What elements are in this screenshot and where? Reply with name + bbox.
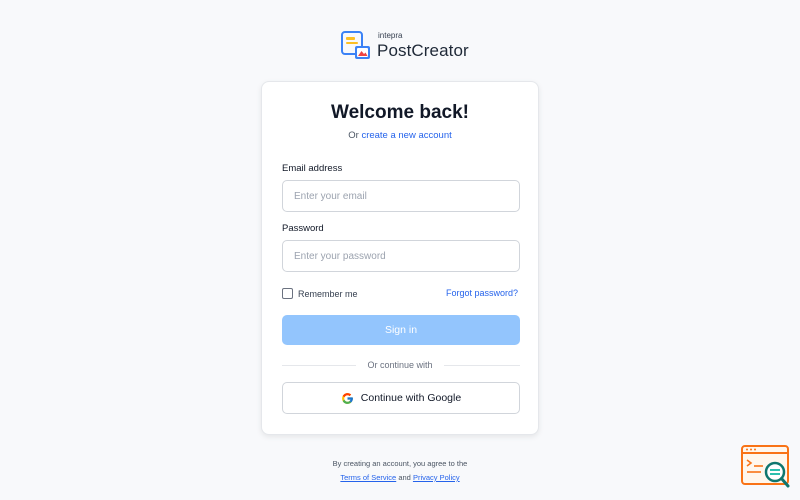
google-sign-in-label: Continue with Google <box>360 392 462 404</box>
email-label: Email address <box>282 163 343 174</box>
subtitle: Or create a new account <box>262 130 538 141</box>
brand-company-name: intepra <box>378 30 403 40</box>
legal-footer: By creating an account, you agree to the… <box>0 457 800 485</box>
legal-and-text: and <box>398 473 411 482</box>
subtitle-prefix: Or <box>348 130 359 141</box>
google-icon <box>341 392 353 404</box>
brand-app-name: PostCreator <box>377 40 469 60</box>
sign-in-button[interactable]: Sign in <box>282 315 520 345</box>
email-field[interactable] <box>282 180 520 212</box>
create-account-link[interactable]: create a new account <box>361 130 451 141</box>
remember-me[interactable]: Remember me <box>282 288 358 299</box>
divider-text-wrap: Or continue with <box>262 360 538 370</box>
terms-of-service-link[interactable]: Terms of Service <box>340 473 396 482</box>
password-label: Password <box>282 223 324 234</box>
page-title: Welcome back! <box>331 102 469 123</box>
google-sign-in-button[interactable]: Continue with Google <box>282 382 520 414</box>
privacy-policy-link[interactable]: Privacy Policy <box>413 473 460 482</box>
divider-text: Or continue with <box>356 360 444 370</box>
brand: intepra PostCreator <box>340 28 469 62</box>
postcreator-logo-icon <box>341 31 370 59</box>
remember-me-label: Remember me <box>298 288 358 299</box>
search-feedback-icon[interactable] <box>741 445 791 489</box>
legal-text: By creating an account, you agree to the <box>332 459 468 468</box>
forgot-password-link[interactable]: Forgot password? <box>446 288 518 298</box>
login-card: Welcome back! Or create a new account Em… <box>261 81 539 435</box>
remember-me-checkbox[interactable] <box>282 288 293 299</box>
password-field[interactable] <box>282 240 520 272</box>
legal-links: Terms of Service and Privacy Policy <box>0 471 800 485</box>
